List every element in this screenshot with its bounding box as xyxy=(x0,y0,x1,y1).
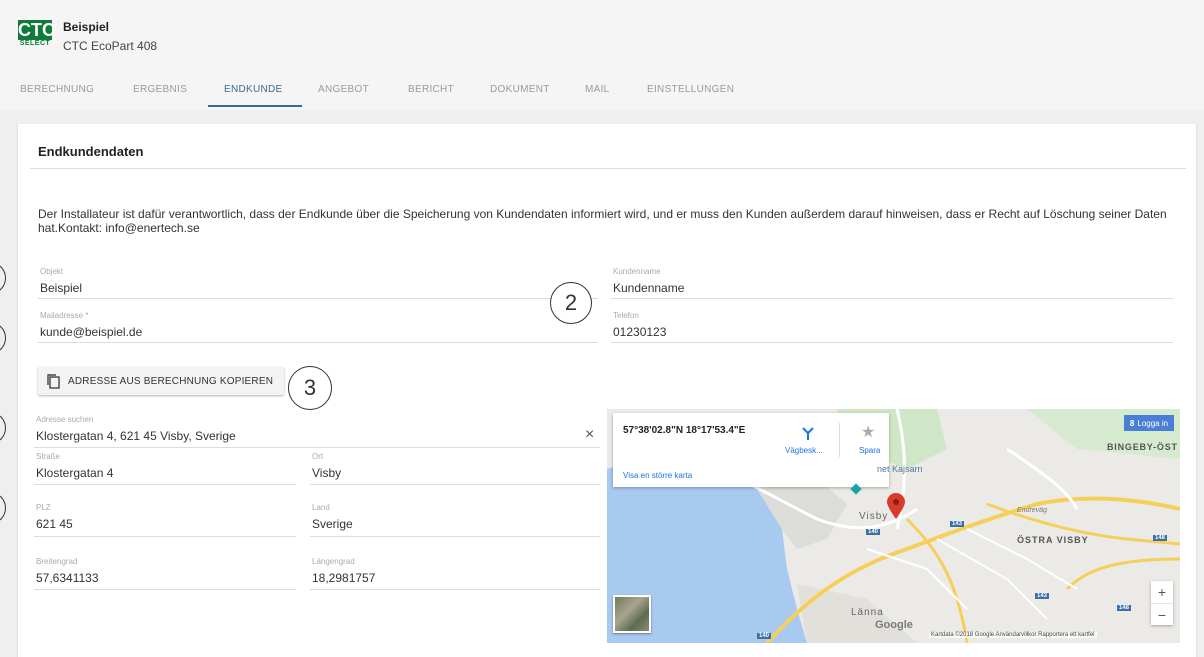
location-pin-icon xyxy=(887,493,905,519)
ort-underline xyxy=(310,484,600,485)
callout-2: 2 xyxy=(550,282,592,324)
road-number: 143 xyxy=(1035,593,1050,599)
objekt-underline xyxy=(38,298,598,299)
save-link[interactable]: Spara xyxy=(859,446,880,455)
breitengrad-underline xyxy=(34,589,296,590)
strasse-label: Straße xyxy=(36,452,61,461)
zoom-in-button[interactable]: + xyxy=(1151,581,1173,603)
strasse-field[interactable]: Klostergatan 4 xyxy=(36,466,296,480)
mailadresse-label: Mailadresse * xyxy=(40,311,89,320)
ort-field[interactable]: Visby xyxy=(312,466,592,480)
map-widget[interactable]: 57°38'02.8"N 18°17'53.4"E Vägbesk... ★ S… xyxy=(607,409,1180,643)
kundenname-underline xyxy=(611,298,1173,299)
laengengrad-field[interactable]: 18,2981757 xyxy=(312,571,592,585)
objekt-label: Objekt xyxy=(40,267,64,276)
strasse-underline xyxy=(34,484,296,485)
tab-berechnung[interactable]: BERECHNUNG xyxy=(20,84,94,95)
project-title: Beispiel xyxy=(63,20,110,34)
telefon-field[interactable]: 01230123 xyxy=(613,325,1163,339)
map-footer: Kartdata ©2018 Google Användarvillkor Ra… xyxy=(929,632,1097,638)
tab-bericht[interactable]: BERICHT xyxy=(408,84,454,95)
road-number: 140 xyxy=(757,633,772,639)
clear-address-icon[interactable]: × xyxy=(585,426,594,444)
tab-einstellungen[interactable]: EINSTELLUNGEN xyxy=(647,84,734,95)
tab-endkunde[interactable]: ENDKUNDE xyxy=(224,84,283,95)
privacy-notice: Der Installateur ist dafür verantwortlic… xyxy=(38,207,1167,235)
tab-angebot[interactable]: ANGEBOT xyxy=(318,84,369,95)
map-coords: 57°38'02.8"N 18°17'53.4"E xyxy=(623,425,746,436)
tab-active-indicator xyxy=(208,105,302,107)
copy-icon xyxy=(46,373,62,389)
directions-icon[interactable] xyxy=(801,426,815,440)
ctc-logo: CTC SELECT xyxy=(18,20,55,50)
section-title: Endkundendaten xyxy=(38,144,144,159)
map-label-ostra-visby: ÖSTRA VISBY xyxy=(1017,535,1089,545)
larger-map-link[interactable]: Visa en större karta xyxy=(623,471,692,480)
directions-link[interactable]: Vägbesk... xyxy=(785,446,823,455)
mailadresse-field[interactable]: kunde@beispiel.de xyxy=(40,325,590,339)
plz-underline xyxy=(34,536,296,537)
logo-top: CTC xyxy=(18,20,55,40)
kundenname-label: Kundenname xyxy=(613,267,661,276)
objekt-field[interactable]: Beispiel xyxy=(40,281,590,295)
info-divider xyxy=(839,423,840,457)
kundenname-field[interactable]: Kundenname xyxy=(613,281,1163,295)
zoom-out-button[interactable]: − xyxy=(1151,603,1173,626)
land-label: Land xyxy=(312,503,330,512)
road-number: 148 xyxy=(1153,535,1168,541)
callout-3: 3 xyxy=(288,366,332,410)
telefon-underline xyxy=(611,342,1173,343)
login-label: Logga in xyxy=(1137,418,1169,428)
section-divider xyxy=(30,168,1186,169)
land-underline xyxy=(310,536,600,537)
breitengrad-field[interactable]: 57,6341133 xyxy=(36,571,296,585)
tab-ergebnis[interactable]: ERGEBNIS xyxy=(133,84,187,95)
adresse-suchen-field[interactable]: Klostergatan 4, 621 45 Visby, Sverige xyxy=(36,429,576,443)
ort-label: Ort xyxy=(312,452,324,461)
map-label-bingeby: BINGEBY-ÖST xyxy=(1107,442,1178,452)
telefon-label: Telefon xyxy=(613,311,639,320)
road-number: 148 xyxy=(1117,605,1132,611)
satellite-toggle[interactable] xyxy=(613,595,651,633)
map-label-visby: Visby xyxy=(859,511,889,522)
breitengrad-label: Breitengrad xyxy=(36,557,78,566)
logo-bottom: SELECT xyxy=(19,40,51,47)
map-label-lanna: Länna xyxy=(851,607,884,618)
plz-label: PLZ xyxy=(36,503,51,512)
google-logo: Google xyxy=(875,619,913,631)
road-number: 143 xyxy=(950,521,965,527)
map-label-kajsarn: net Kajsarn xyxy=(877,464,923,474)
project-subtitle: CTC EcoPart 408 xyxy=(63,39,158,53)
google-plus-icon: 8 xyxy=(1129,418,1135,428)
tab-mail[interactable]: MAIL xyxy=(585,84,610,95)
map-info-card: 57°38'02.8"N 18°17'53.4"E Vägbesk... ★ S… xyxy=(613,413,889,487)
login-button[interactable]: 8 Logga in xyxy=(1124,415,1174,431)
copy-address-label: ADRESSE AUS BERECHNUNG KOPIEREN xyxy=(68,375,274,387)
star-icon[interactable]: ★ xyxy=(861,422,875,442)
adresse-suchen-underline xyxy=(34,447,600,448)
copy-address-button[interactable]: ADRESSE AUS BERECHNUNG KOPIEREN xyxy=(38,367,284,395)
laengengrad-label: Längengrad xyxy=(312,557,355,566)
adresse-suchen-label: Adresse suchen xyxy=(36,415,94,424)
plz-field[interactable]: 621 45 xyxy=(36,517,296,531)
mailadresse-underline xyxy=(38,342,598,343)
tab-dokument[interactable]: DOKUMENT xyxy=(490,84,550,95)
laengengrad-underline xyxy=(310,589,600,590)
road-number: 140 xyxy=(866,529,881,535)
map-label-endrevag: Endreväg xyxy=(1017,507,1047,514)
land-field[interactable]: Sverige xyxy=(312,517,592,531)
zoom-controls: + − xyxy=(1151,581,1173,625)
